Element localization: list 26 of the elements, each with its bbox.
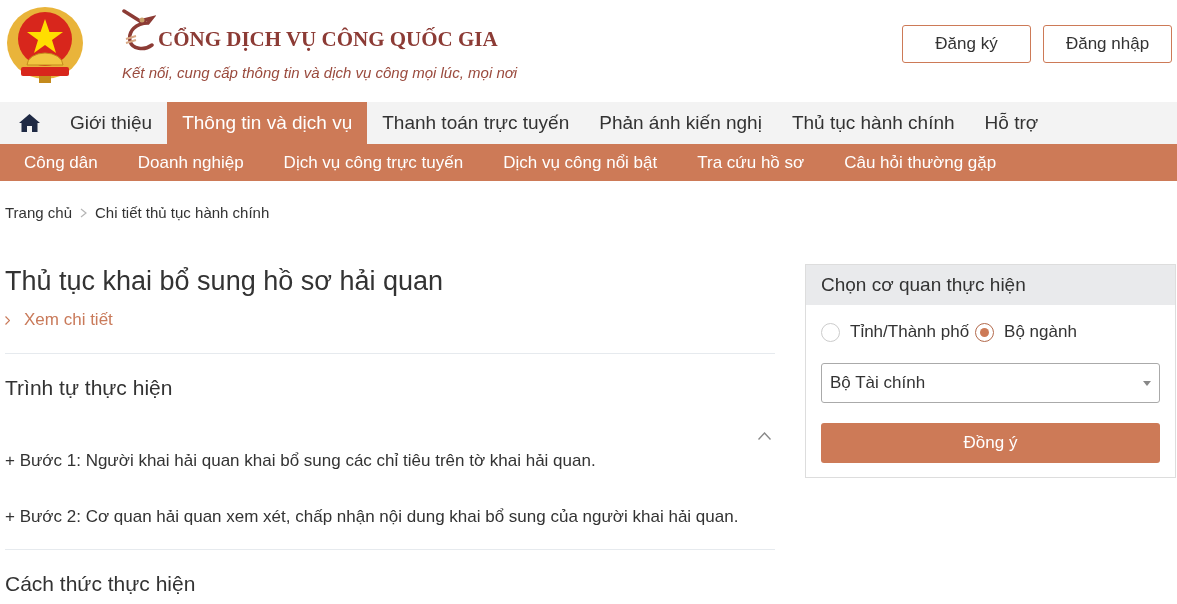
nav-tab[interactable]: Phản ánh kiến nghị: [584, 102, 777, 144]
breadcrumb-link[interactable]: Chi tiết thủ tục hành chính: [95, 204, 270, 222]
breadcrumb-link[interactable]: Trang chủ: [5, 204, 72, 222]
nav-tab[interactable]: Hỗ trợ: [969, 102, 1054, 144]
home-icon[interactable]: [19, 114, 40, 132]
panel-title: Chọn cơ quan thực hiện: [821, 272, 1026, 297]
chevron-right-icon: [5, 315, 10, 325]
section-heading: Trình tự thực hiện: [5, 375, 174, 401]
nav-tab[interactable]: Thủ tục hành chính: [776, 102, 970, 144]
site-tagline: Kết nối, cung cấp thông tin và dịch vụ công mọi lúc, mọi nơi: [122, 63, 518, 83]
procedure-title: Thủ tục khai bổ sung hồ sơ hải quan: [5, 265, 444, 298]
nav-tab[interactable]: Thanh toán trực tuyến: [367, 102, 585, 144]
section-heading: Cách thức thực hiện: [5, 571, 197, 597]
login-button[interactable]: Đăng nhập: [1043, 25, 1172, 63]
nav-tab[interactable]: Giới thiệu: [55, 102, 168, 144]
chevron-right-icon: [80, 208, 87, 218]
radio-option[interactable]: Tỉnh/Thành phố: [821, 319, 970, 345]
agency-select[interactable]: Bộ Tài chính: [821, 363, 1160, 403]
register-button[interactable]: Đăng ký: [902, 25, 1031, 63]
radio-option[interactable]: Bộ ngành: [975, 319, 1077, 345]
step-text: + Bước 1: Người khai hải quan khai bổ sung các chỉ tiêu trên tờ khai hải quan.: [5, 450, 597, 472]
step-text: + Bước 2: Cơ quan hải quan xem xét, chấp nhận nội dung khai bổ sung của người khai hải quan.: [5, 506, 740, 528]
site-title: CỔNG DỊCH VỤ CÔNG QUỐC GIA: [158, 26, 498, 53]
crane-logo: [122, 9, 156, 53]
chevron-up-icon[interactable]: [758, 432, 771, 440]
caret-icon: [1143, 380, 1151, 386]
